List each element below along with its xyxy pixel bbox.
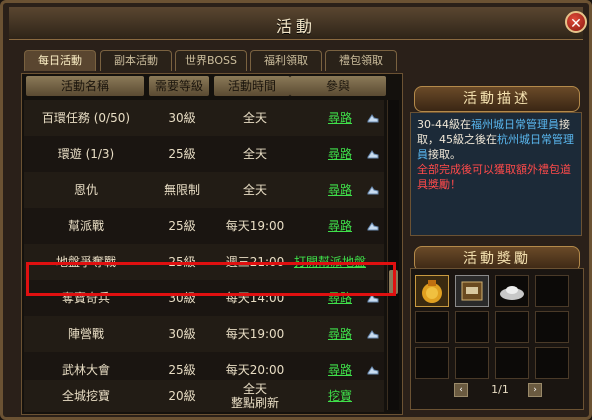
- shoe-icon[interactable]: [366, 148, 380, 160]
- reward-slot[interactable]: [495, 275, 529, 307]
- chevron-left-icon: ‹: [459, 385, 463, 395]
- time-line-2: 整點刷新: [230, 396, 279, 410]
- reward-slot[interactable]: [415, 347, 449, 379]
- reward-slot[interactable]: [535, 347, 569, 379]
- reward-slot[interactable]: [495, 311, 529, 343]
- activity-level: 無限制: [163, 183, 200, 197]
- pathfind-link[interactable]: 尋路: [320, 208, 360, 244]
- page-indicator: 1/1: [491, 383, 509, 396]
- table-row: 幫派戰 25級 每天19:00 尋路: [24, 208, 384, 244]
- activity-table: 活動名稱 需要等級 活動時間 參與 百環任務 (0/50) 30級 全天 尋路 …: [21, 73, 403, 415]
- desc-note: 全部完成後可以獲取額外禮包道具獎勵！: [417, 163, 571, 191]
- table-row: 全城挖寶 20級 全天 整點刷新 挖寶: [24, 380, 384, 412]
- close-icon: ✕: [570, 16, 582, 32]
- table-row: 百環任務 (0/50) 30級 全天 尋路: [24, 100, 384, 136]
- activity-level: 20級: [168, 389, 196, 403]
- shoe-icon[interactable]: [366, 364, 380, 376]
- tab-world-boss[interactable]: 世界BOSS: [175, 50, 247, 71]
- description-box: 30-44級在福州城日常管理員接取，45級之後在杭州城日常管理員接取。 全部完成…: [410, 112, 582, 236]
- activity-time: 全天 整點刷新: [216, 380, 294, 412]
- description-heading: 活動描述: [414, 86, 580, 112]
- table-row: 陣營戰 30級 每天19:00 尋路: [24, 316, 384, 352]
- pathfind-link[interactable]: 尋路: [320, 100, 360, 136]
- activity-time: 每天19:00: [225, 219, 285, 233]
- table-row: 恩仇 無限制 全天 尋路: [24, 172, 384, 208]
- scroll-icon: [461, 281, 483, 301]
- reward-slot[interactable]: [535, 275, 569, 307]
- title-bar: 活動: [9, 7, 583, 40]
- dig-treasure-link[interactable]: 挖寶: [320, 380, 360, 412]
- desc-text-3: 接取。: [428, 148, 461, 161]
- header-name: 活動名稱: [26, 76, 144, 96]
- activity-level: 25級: [168, 219, 196, 233]
- time-line-1: 全天: [242, 382, 267, 396]
- highlight-box: [26, 262, 396, 296]
- header-join: 參與: [290, 76, 386, 96]
- activity-name: 百環任務 (0/50): [41, 111, 131, 125]
- reward-slot[interactable]: [455, 275, 489, 307]
- prev-page-button[interactable]: ‹: [454, 383, 468, 397]
- reward-slot[interactable]: [415, 275, 449, 307]
- pathfind-link[interactable]: 尋路: [320, 136, 360, 172]
- activity-level: 30級: [168, 111, 196, 125]
- activity-name: 環遊 (1/3): [57, 147, 115, 161]
- activity-name: 幫派戰: [67, 219, 104, 233]
- pathfind-link[interactable]: 尋路: [320, 172, 360, 208]
- tab-daily[interactable]: 每日活動: [24, 50, 96, 71]
- reward-slot[interactable]: [535, 311, 569, 343]
- activity-time: 全天: [242, 147, 267, 161]
- desc-text-1: 30-44級在: [417, 118, 471, 131]
- reward-slot[interactable]: [455, 347, 489, 379]
- window-title: 活動: [275, 17, 316, 36]
- silver-ingot-icon: [500, 286, 524, 300]
- table-row: 環遊 (1/3) 25級 全天 尋路: [24, 136, 384, 172]
- activity-level: 25級: [168, 147, 196, 161]
- shoe-icon[interactable]: [366, 184, 380, 196]
- activity-time: 全天: [242, 111, 267, 125]
- reward-slot[interactable]: [455, 311, 489, 343]
- header-level: 需要等級: [149, 76, 209, 96]
- activity-level: 30級: [168, 327, 196, 341]
- chevron-right-icon: ›: [533, 385, 537, 395]
- tab-gift[interactable]: 禮包領取: [325, 50, 397, 71]
- activity-name: 全城挖寶: [61, 389, 110, 403]
- shoe-icon[interactable]: [366, 112, 380, 124]
- reward-slot[interactable]: [415, 311, 449, 343]
- header-time: 活動時間: [214, 76, 290, 96]
- activity-name: 陣營戰: [67, 327, 104, 341]
- close-button[interactable]: ✕: [565, 11, 587, 33]
- next-page-button[interactable]: ›: [528, 383, 542, 397]
- scrollbar[interactable]: [387, 100, 399, 410]
- reward-pager: ‹ 1/1 ›: [450, 382, 550, 398]
- shoe-icon[interactable]: [366, 220, 380, 232]
- activity-name: 恩仇: [73, 183, 98, 197]
- pathfind-link[interactable]: 尋路: [320, 316, 360, 352]
- activity-time: 每天19:00: [225, 327, 285, 341]
- shoe-icon[interactable]: [366, 328, 380, 340]
- money-bag-icon: [422, 280, 442, 303]
- tab-welfare[interactable]: 福利領取: [250, 50, 322, 71]
- reward-slot[interactable]: [495, 347, 529, 379]
- desc-location-1: 福州城日常管理員: [470, 118, 559, 131]
- tab-dungeon[interactable]: 副本活動: [100, 50, 172, 71]
- activity-time: 全天: [242, 183, 267, 197]
